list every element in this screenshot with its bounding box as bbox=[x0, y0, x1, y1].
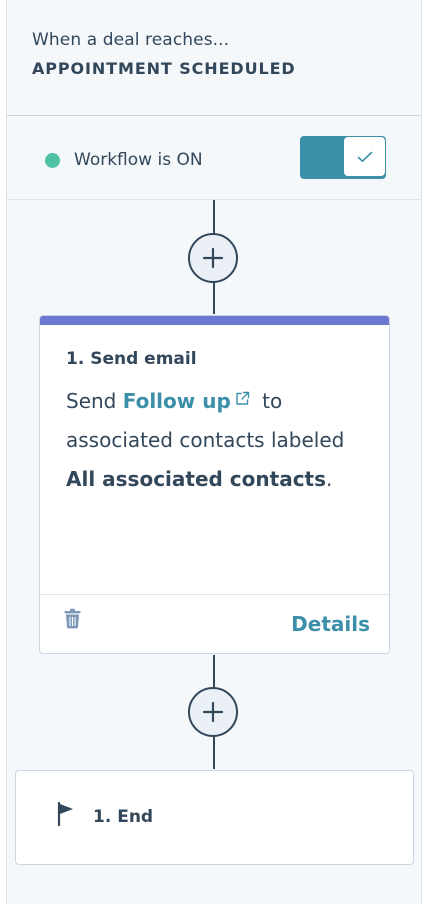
trigger-stage: APPOINTMENT SCHEDULED bbox=[32, 59, 296, 78]
workflow-toggle[interactable] bbox=[300, 136, 386, 179]
send-email-action-card[interactable]: 1. Send email Send Follow up to associat… bbox=[39, 315, 390, 654]
contact-label-name: All associated contacts bbox=[66, 467, 327, 491]
check-icon bbox=[343, 136, 386, 177]
action-description: Send Follow up to associated contacts la… bbox=[66, 380, 376, 499]
status-dot bbox=[45, 153, 60, 168]
card-accent bbox=[40, 316, 389, 325]
end-label: 1. End bbox=[93, 807, 154, 827]
email-link[interactable]: Follow up bbox=[123, 389, 231, 413]
body-prefix: Send bbox=[66, 389, 117, 413]
trigger-label: When a deal reaches... bbox=[32, 30, 230, 50]
end-card: 1. End bbox=[15, 770, 414, 865]
status-text: Workflow is ON bbox=[74, 150, 203, 170]
trash-icon[interactable] bbox=[64, 608, 81, 633]
plus-icon bbox=[202, 247, 224, 269]
enrollment-trigger[interactable]: When a deal reaches... APPOINTMENT SCHED… bbox=[7, 0, 421, 116]
external-link-icon[interactable] bbox=[235, 380, 250, 419]
add-action-button[interactable] bbox=[188, 233, 238, 283]
workflow-status-row: Workflow is ON bbox=[7, 116, 421, 200]
plus-icon bbox=[202, 701, 224, 723]
card-footer: Details bbox=[40, 594, 389, 653]
details-button[interactable]: Details bbox=[291, 612, 370, 636]
add-action-button[interactable] bbox=[188, 687, 238, 737]
flag-icon bbox=[57, 801, 75, 830]
workflow-panel: When a deal reaches... APPOINTMENT SCHED… bbox=[6, 0, 422, 904]
action-title: 1. Send email bbox=[66, 349, 197, 369]
body-suffix: . bbox=[326, 467, 333, 491]
